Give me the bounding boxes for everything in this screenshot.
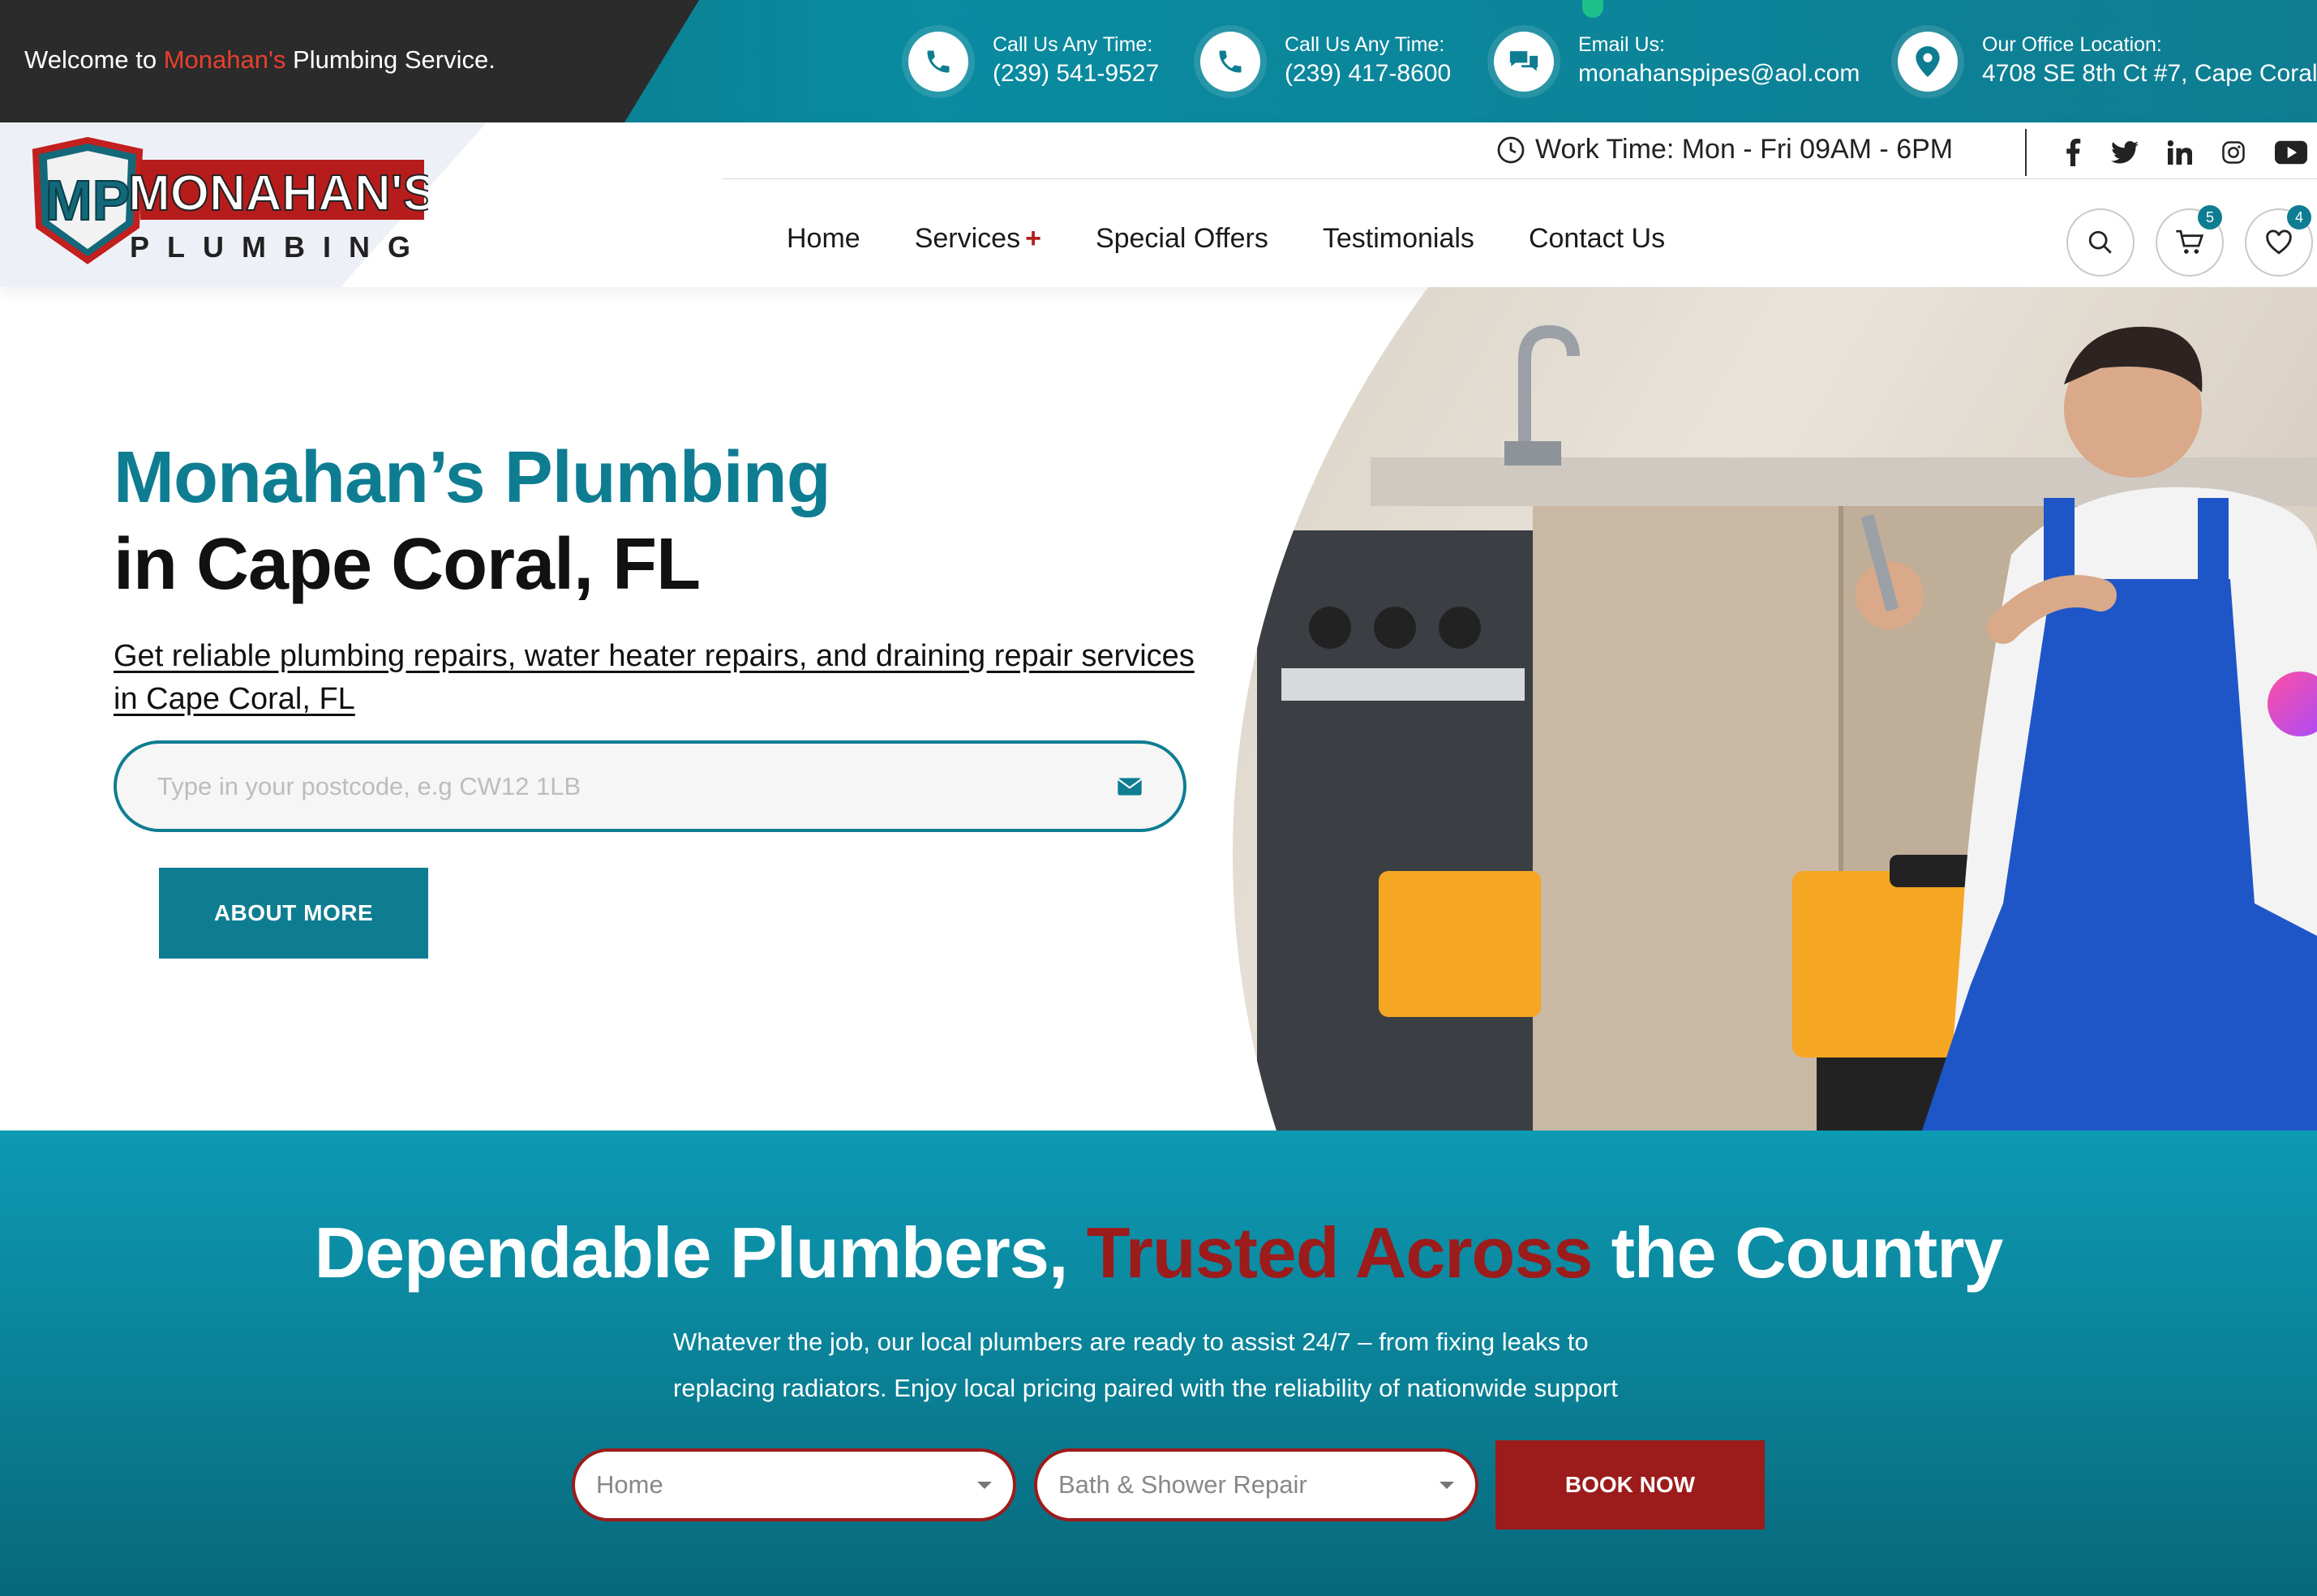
cart-button[interactable]: 5 [2156,205,2224,277]
site-logo[interactable]: MP MONAHAN'S PLUMBING [31,137,428,275]
chevron-down-icon [977,1481,992,1489]
chevron-down-icon [1440,1481,1454,1489]
top-info-bar: Welcome to Monahan's Plumbing Service. C… [0,0,2317,122]
indicator-dot [1582,0,1603,18]
contact-value[interactable]: monahanspipes@aol.com [1578,57,1860,91]
postcode-search [114,740,1186,832]
search-icon [2088,230,2112,254]
hero-plumber-photo [1233,287,2317,1130]
hero-title-line2: in Cape Coral, FL [114,524,701,605]
service-select[interactable]: Bath & Shower Repair [1034,1448,1478,1521]
contact-phone-2[interactable]: Call Us Any Time: (239) 417-8600 [1200,29,1451,94]
welcome-text: Welcome to Monahan's Plumbing Service. [24,45,496,74]
youtube-icon[interactable] [2275,140,2307,165]
contact-label: Our Office Location: [1982,33,2162,56]
phone-icon [1200,32,1260,92]
contact-phone-1[interactable]: Call Us Any Time: (239) 541-9527 [908,29,1159,94]
clock-icon [1497,136,1525,163]
band-title-highlight: Trusted Across [1086,1212,1593,1293]
nav-services[interactable]: Services + [915,223,1041,255]
phone-icon [908,32,968,92]
property-select[interactable]: Home [572,1448,1016,1521]
location-pin-icon [1898,32,1958,92]
work-time-text: Work Time: Mon - Fri 09AM - 6PM [1535,134,1954,165]
wishlist-count-badge: 4 [2287,205,2311,230]
work-time: Work Time: Mon - Fri 09AM - 6PM [1496,134,1953,165]
nav-testimonials[interactable]: Testimonials [1323,223,1474,255]
postcode-input[interactable] [157,771,1117,801]
logo-name: MONAHAN'S [128,165,428,221]
site-header: MP MONAHAN'S PLUMBING Work Time: Mon - F… [0,122,2317,287]
twitter-icon[interactable] [2111,140,2139,165]
service-select-value: Bath & Shower Repair [1058,1470,1307,1499]
wishlist-button[interactable]: 4 [2245,205,2313,277]
contact-label: Email Us: [1578,33,1665,56]
booking-band: Dependable Plumbers, Trusted Across the … [0,1130,2317,1596]
contact-label: Call Us Any Time: [1285,33,1445,56]
social-links [2064,139,2307,166]
plus-icon: + [1025,223,1041,254]
contact-email[interactable]: Email Us: monahanspipes@aol.com [1494,29,1860,94]
contact-location[interactable]: Our Office Location: 4708 SE 8th Ct #7, … [1898,29,2317,94]
band-title: Dependable Plumbers, Trusted Across the … [314,1212,2004,1293]
about-more-button[interactable]: ABOUT MORE [159,868,428,959]
property-select-value: Home [596,1470,663,1499]
instagram-icon[interactable] [2221,140,2246,165]
cart-count-badge: 5 [2198,205,2222,230]
contact-value[interactable]: 4708 SE 8th Ct #7, Cape Coral, [1982,57,2317,91]
hero-illustration [1257,324,2317,1130]
contact-label: Call Us Any Time: [993,33,1153,56]
contact-value[interactable]: (239) 417-8600 [1285,57,1451,91]
logo-mark: MP [45,169,131,232]
hero-lead-link[interactable]: Get reliable plumbing repairs, water hea… [114,635,1200,721]
contact-value[interactable]: (239) 541-9527 [993,57,1159,91]
chat-icon [1494,32,1554,92]
nav-home[interactable]: Home [787,223,860,255]
welcome-brand: Monahan's [163,45,286,74]
logo-sub: PLUMBING [130,230,428,264]
main-nav: Home Services + Special Offers Testimonia… [787,223,1665,255]
linkedin-icon[interactable] [2168,140,2192,165]
nav-contact-us[interactable]: Contact Us [1529,223,1665,255]
heart-icon [2266,230,2292,255]
book-now-button[interactable]: BOOK NOW [1495,1440,1765,1530]
welcome-panel: Welcome to Monahan's Plumbing Service. [0,0,699,122]
facebook-icon[interactable] [2064,139,2082,166]
header-divider [722,178,2317,179]
divider [2025,129,2027,176]
envelope-icon[interactable] [1117,776,1143,797]
hero-title-line1: Monahan’s Plumbing [114,437,831,518]
band-description: Whatever the job, our local plumbers are… [673,1328,1618,1402]
nav-special-offers[interactable]: Special Offers [1096,223,1268,255]
cart-icon [2176,230,2204,254]
search-button[interactable] [2066,208,2135,277]
